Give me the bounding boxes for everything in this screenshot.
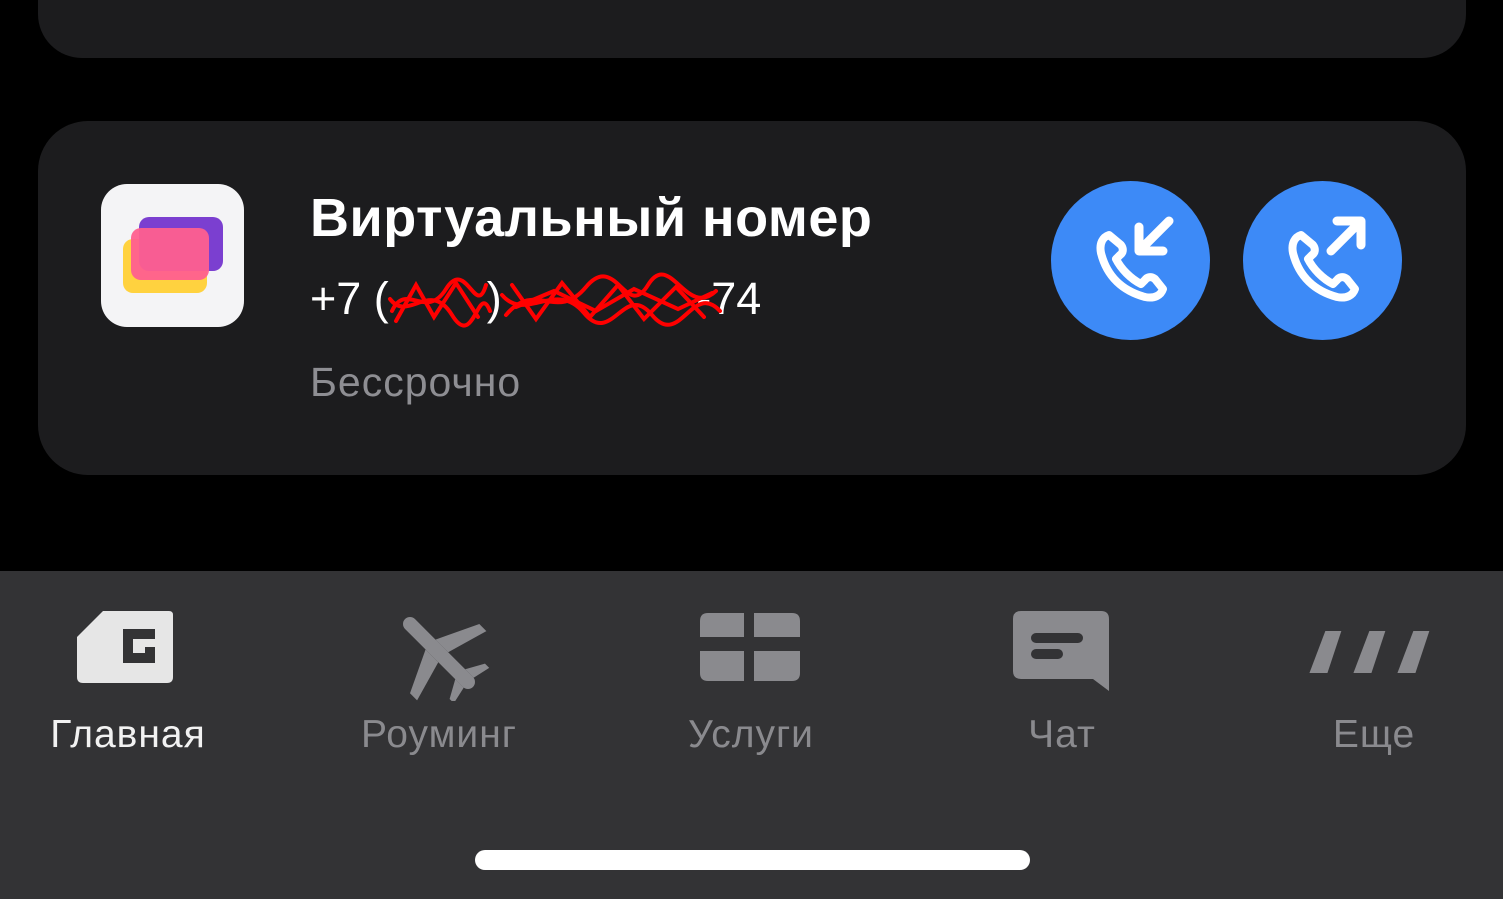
phone-middle: ) [486, 273, 515, 324]
tab-chat-label: Чат [1028, 713, 1096, 756]
screen: Виртуальный номер +7 () -74 Бессрочно Гл… [0, 0, 1503, 899]
tab-services-label: Услуги [688, 713, 814, 756]
tab-home-label: Главная [50, 713, 206, 756]
virtual-number-card[interactable]: Виртуальный номер +7 () -74 Бессрочно [38, 121, 1466, 475]
chat-bubble-icon [1013, 611, 1109, 691]
phone-suffix: -74 [696, 273, 762, 324]
tab-services[interactable]: Услуги [601, 571, 901, 771]
phone-prefix: +7 ( [310, 273, 389, 324]
tab-roaming-label: Роуминг [361, 713, 517, 756]
airplane-icon [403, 617, 490, 701]
home-sim-icon [77, 611, 173, 683]
tab-chat[interactable]: Чат [912, 571, 1212, 771]
tab-home[interactable]: Главная [0, 571, 278, 771]
outgoing-call-icon [1288, 216, 1366, 302]
virtual-number-app-icon [101, 184, 244, 327]
outgoing-call-button[interactable] [1243, 181, 1402, 340]
grid-icon [700, 613, 800, 681]
more-dots-icon [1309, 631, 1430, 673]
card-title: Виртуальный номер [310, 188, 873, 248]
validity-status: Бессрочно [310, 359, 522, 405]
incoming-call-button[interactable] [1051, 181, 1210, 340]
incoming-call-icon [1096, 216, 1174, 302]
previous-card[interactable] [38, 0, 1466, 58]
tab-more-label: Еще [1332, 713, 1416, 756]
home-indicator[interactable] [475, 850, 1030, 870]
tab-roaming[interactable]: Роуминг [289, 571, 589, 771]
bottom-tab-bar: Главная Роуминг Услуги Чат Еще [0, 571, 1503, 899]
tab-more[interactable]: Еще [1224, 571, 1503, 771]
phone-number: +7 () -74 [310, 273, 761, 325]
